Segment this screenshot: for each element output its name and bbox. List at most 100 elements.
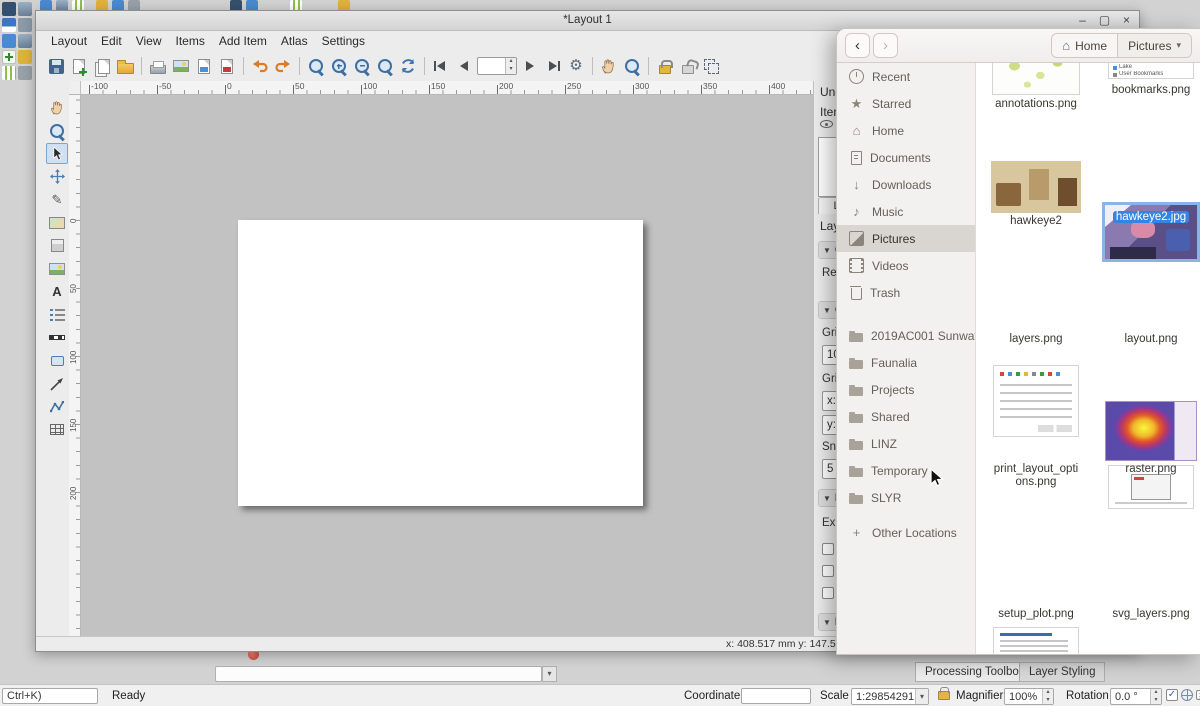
add-shape-tool-icon[interactable]	[46, 350, 68, 371]
render-checkbox[interactable]: ✓	[1166, 689, 1178, 701]
tab-layer-styling[interactable]: Layer Styling	[1019, 662, 1105, 682]
sidebar-item-music[interactable]: ♪Music	[837, 198, 975, 225]
group-items-icon[interactable]	[701, 56, 721, 76]
file-name[interactable]: layers.png	[984, 333, 1088, 346]
export-svg-icon[interactable]	[194, 56, 214, 76]
add-vector-layer-icon[interactable]	[2, 18, 16, 32]
add-scalebar-tool-icon[interactable]	[46, 327, 68, 348]
sidebar-item-home[interactable]: ⌂Home	[837, 117, 975, 144]
export-pdf-icon[interactable]	[217, 56, 237, 76]
select-move-item-tool-icon[interactable]	[46, 143, 68, 164]
file-name[interactable]: raster.png	[1099, 463, 1200, 476]
add-delimited-text-icon[interactable]	[18, 34, 32, 48]
menu-add-item[interactable]: Add Item	[212, 32, 274, 50]
sidebar-item-recent[interactable]: Recent	[837, 63, 975, 90]
add-virtual-layer-icon[interactable]	[2, 66, 16, 80]
pan-tool-icon[interactable]	[46, 97, 68, 118]
spin-down-icon[interactable]: ▾	[506, 66, 516, 74]
sidebar-item-shared[interactable]: Shared	[837, 403, 975, 430]
sidebar-item-linz[interactable]: LINZ	[837, 430, 975, 457]
menu-items[interactable]: Items	[169, 32, 212, 50]
zoom-in-icon[interactable]	[329, 56, 349, 76]
file-name-selected[interactable]: hawkeye2.jpg	[1099, 211, 1200, 224]
spin-up-icon[interactable]: ▴	[506, 58, 516, 66]
sidebar-item-2019ac001-sunwater[interactable]: 2019AC001 Sunwater	[837, 322, 975, 349]
sidebar-item-slyr[interactable]: SLYR	[837, 484, 975, 511]
browser-filter-input[interactable]	[215, 666, 542, 682]
spinner[interactable]: ▴ ▾	[1042, 689, 1053, 704]
sidebar-item-faunalia[interactable]: Faunalia	[837, 349, 975, 376]
magnifier-spinbox[interactable]: 100% ▴ ▾	[1004, 688, 1054, 705]
forward-button[interactable]: ›	[873, 33, 898, 58]
sidebar-item-videos[interactable]: Videos	[837, 252, 975, 279]
coordinate-input[interactable]	[741, 688, 811, 704]
atlas-first-icon[interactable]	[431, 56, 451, 76]
tab-processing-toolbox[interactable]: Processing Toolbox	[915, 662, 1035, 682]
lock-items-icon[interactable]	[655, 56, 675, 76]
refresh-view-icon[interactable]	[398, 56, 418, 76]
sidebar-item-other-locations[interactable]: +Other Locations	[837, 519, 975, 546]
breadcrumb-pictures[interactable]: Pictures ▾	[1117, 34, 1191, 57]
spin-down-icon[interactable]: ▾	[1043, 697, 1053, 705]
spinner[interactable]: ▴ ▾	[1150, 689, 1161, 704]
add-mesh-layer-icon[interactable]	[2, 34, 16, 48]
add-arrow-tool-icon[interactable]	[46, 373, 68, 394]
scale-lock-icon[interactable]	[938, 691, 950, 700]
zoom-tool-icon[interactable]	[622, 56, 642, 76]
file-thumbnail-layers[interactable]	[993, 365, 1079, 437]
spinner[interactable]: ▴ ▾	[505, 58, 516, 74]
print-icon[interactable]	[148, 56, 168, 76]
messages-icon[interactable]	[1196, 690, 1200, 700]
undo-icon[interactable]	[250, 56, 270, 76]
minimize-button[interactable]: –	[1074, 13, 1091, 29]
menu-layout[interactable]: Layout	[44, 32, 94, 50]
layout-canvas[interactable]	[81, 95, 813, 637]
layout-manager-icon[interactable]	[115, 56, 135, 76]
save-layout-icon[interactable]	[46, 56, 66, 76]
unlock-items-icon[interactable]	[678, 56, 698, 76]
sidebar-item-temporary[interactable]: Temporary	[837, 457, 975, 484]
browser-filter-dropdown[interactable]: ▾	[542, 666, 557, 682]
file-name[interactable]: hawkeye2	[984, 215, 1088, 228]
sidebar-item-projects[interactable]: Projects	[837, 376, 975, 403]
duplicate-layout-icon[interactable]	[92, 56, 112, 76]
new-layout-icon[interactable]	[69, 56, 89, 76]
menu-atlas[interactable]: Atlas	[274, 32, 315, 50]
add-wms-layer-icon[interactable]	[18, 50, 32, 64]
data-source-manager-icon[interactable]	[2, 2, 16, 16]
add-3d-map-tool-icon[interactable]	[46, 235, 68, 256]
breadcrumb-home[interactable]: ⌂ Home	[1052, 34, 1117, 57]
caret-down-icon[interactable]: ▾	[915, 689, 928, 704]
zoom-out-icon[interactable]	[352, 56, 372, 76]
redo-icon[interactable]	[273, 56, 293, 76]
atlas-settings-icon[interactable]: ⚙	[566, 56, 586, 76]
file-name[interactable]: print_layout_options.png	[991, 463, 1081, 489]
file-thumbnail-annotations[interactable]	[992, 63, 1080, 95]
file-name[interactable]: setup_plot.png	[984, 608, 1088, 621]
file-thumbnail-bookmarks[interactable]: Bookmark 2 Dam Lake User Bookmarks	[1108, 63, 1194, 79]
spin-up-icon[interactable]: ▴	[1151, 689, 1161, 697]
atlas-page-spinbox[interactable]: ▴ ▾	[477, 57, 517, 75]
zoom-full-icon[interactable]	[306, 56, 326, 76]
atlas-prev-icon[interactable]	[454, 56, 474, 76]
layers-panel-icon[interactable]	[18, 2, 32, 16]
layout-page[interactable]	[238, 220, 643, 506]
atlas-last-icon[interactable]	[543, 56, 563, 76]
edit-nodes-tool-icon[interactable]: ✎	[46, 189, 68, 210]
sidebar-item-starred[interactable]: ★Starred	[837, 90, 975, 117]
file-name[interactable]: layout.png	[1099, 333, 1200, 346]
add-point-cloud-icon[interactable]	[18, 66, 32, 80]
zoom-actual-icon[interactable]	[375, 56, 395, 76]
rotation-spinbox[interactable]: 0.0 ° ▴ ▾	[1110, 688, 1162, 705]
visibility-icon[interactable]	[820, 120, 833, 128]
file-thumbnail-raster[interactable]	[1105, 401, 1197, 461]
file-name[interactable]: svg_layers.png	[1099, 608, 1200, 621]
close-button[interactable]: ×	[1118, 13, 1135, 29]
export-image-icon[interactable]	[171, 56, 191, 76]
maximize-button[interactable]: ▢	[1096, 13, 1113, 29]
add-node-item-tool-icon[interactable]	[46, 396, 68, 417]
file-thumbnail-hawkeye2[interactable]	[991, 161, 1081, 213]
add-map-tool-icon[interactable]	[46, 212, 68, 233]
menu-edit[interactable]: Edit	[94, 32, 129, 50]
file-name[interactable]: annotations.png	[984, 98, 1088, 111]
